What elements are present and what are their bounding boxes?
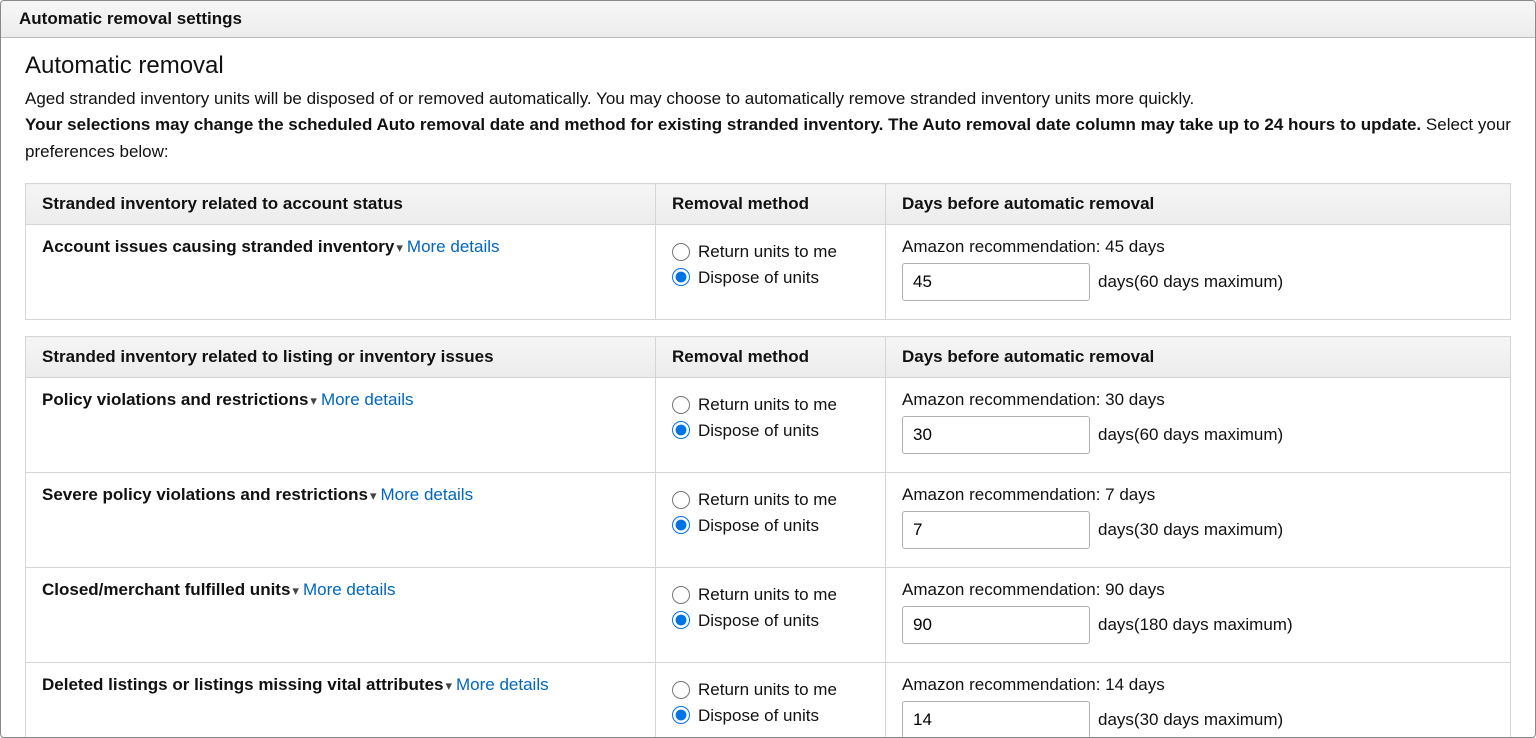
days-suffix: days(30 days maximum)	[1098, 520, 1283, 540]
dispose-radio[interactable]	[672, 268, 690, 286]
radio-label: Dispose of units	[698, 418, 819, 444]
panel-header: Automatic removal settings	[1, 1, 1535, 38]
radio-label: Return units to me	[698, 487, 837, 513]
return-radio-row[interactable]: Return units to me	[672, 487, 869, 513]
dispose-radio[interactable]	[672, 706, 690, 724]
removal-method-cell: Return units to meDispose of units	[656, 378, 886, 473]
panel-body: Automatic removal Aged stranded inventor…	[1, 38, 1535, 738]
table-row: Account issues causing stranded inventor…	[26, 225, 1511, 320]
dispose-radio[interactable]	[672, 611, 690, 629]
table-row: Closed/merchant fulfilled units▾More det…	[26, 568, 1511, 663]
row-title: Account issues causing stranded inventor…	[42, 237, 394, 256]
days-suffix: days(60 days maximum)	[1098, 425, 1283, 445]
radio-label: Return units to me	[698, 392, 837, 418]
row-title-cell: Closed/merchant fulfilled units▾More det…	[26, 568, 656, 663]
chevron-down-icon[interactable]: ▾	[396, 240, 403, 256]
chevron-down-icon[interactable]: ▾	[370, 488, 377, 504]
row-title: Closed/merchant fulfilled units	[42, 580, 290, 599]
listing-issues-table: Stranded inventory related to listing or…	[25, 336, 1511, 738]
return-radio-row[interactable]: Return units to me	[672, 239, 869, 265]
recommendation-text: Amazon recommendation: 14 days	[902, 675, 1494, 695]
dispose-radio[interactable]	[672, 421, 690, 439]
intro-text: Aged stranded inventory units will be di…	[25, 86, 1511, 165]
row-title-cell: Account issues causing stranded inventor…	[26, 225, 656, 320]
days-input[interactable]	[902, 263, 1090, 301]
column-header: Days before automatic removal	[886, 184, 1511, 225]
chevron-down-icon[interactable]: ▾	[310, 393, 317, 409]
days-cell: Amazon recommendation: 14 days days(30 da…	[886, 663, 1511, 738]
column-header: Removal method	[656, 184, 886, 225]
column-header: Stranded inventory related to account st…	[26, 184, 656, 225]
radio-label: Return units to me	[698, 239, 837, 265]
dispose-radio-row[interactable]: Dispose of units	[672, 513, 869, 539]
return-radio-row[interactable]: Return units to me	[672, 582, 869, 608]
more-details-link[interactable]: More details	[407, 237, 500, 256]
days-suffix: days(60 days maximum)	[1098, 272, 1283, 292]
return-radio[interactable]	[672, 586, 690, 604]
radio-label: Return units to me	[698, 677, 837, 703]
radio-label: Dispose of units	[698, 703, 819, 729]
dispose-radio-row[interactable]: Dispose of units	[672, 703, 869, 729]
radio-label: Dispose of units	[698, 513, 819, 539]
days-cell: Amazon recommendation: 30 days days(60 da…	[886, 378, 1511, 473]
days-input[interactable]	[902, 701, 1090, 738]
section-title: Automatic removal	[25, 52, 1511, 80]
days-cell: Amazon recommendation: 7 days days(30 day…	[886, 473, 1511, 568]
days-input[interactable]	[902, 511, 1090, 549]
return-radio[interactable]	[672, 491, 690, 509]
table-row: Policy violations and restrictions▾More …	[26, 378, 1511, 473]
recommendation-text: Amazon recommendation: 7 days	[902, 485, 1494, 505]
radio-label: Dispose of units	[698, 265, 819, 291]
settings-panel: Automatic removal settings Automatic rem…	[0, 0, 1536, 738]
account-status-table: Stranded inventory related to account st…	[25, 183, 1511, 320]
days-cell: Amazon recommendation: 45 days days(60 da…	[886, 225, 1511, 320]
days-cell: Amazon recommendation: 90 days days(180 d…	[886, 568, 1511, 663]
more-details-link[interactable]: More details	[303, 580, 396, 599]
removal-method-cell: Return units to meDispose of units	[656, 568, 886, 663]
row-title: Policy violations and restrictions	[42, 390, 308, 409]
return-radio-row[interactable]: Return units to me	[672, 392, 869, 418]
row-title: Severe policy violations and restriction…	[42, 485, 368, 504]
column-header: Stranded inventory related to listing or…	[26, 337, 656, 378]
row-title-cell: Deleted listings or listings missing vit…	[26, 663, 656, 738]
chevron-down-icon[interactable]: ▾	[292, 583, 299, 599]
removal-method-cell: Return units to meDispose of units	[656, 225, 886, 320]
return-radio[interactable]	[672, 243, 690, 261]
days-input[interactable]	[902, 606, 1090, 644]
column-header: Removal method	[656, 337, 886, 378]
days-input[interactable]	[902, 416, 1090, 454]
removal-method-cell: Return units to meDispose of units	[656, 663, 886, 738]
dispose-radio-row[interactable]: Dispose of units	[672, 265, 869, 291]
return-radio[interactable]	[672, 681, 690, 699]
row-title-cell: Severe policy violations and restriction…	[26, 473, 656, 568]
table-row: Severe policy violations and restriction…	[26, 473, 1511, 568]
more-details-link[interactable]: More details	[380, 485, 473, 504]
removal-method-cell: Return units to meDispose of units	[656, 473, 886, 568]
intro-line1: Aged stranded inventory units will be di…	[25, 89, 1194, 108]
row-title: Deleted listings or listings missing vit…	[42, 675, 443, 694]
recommendation-text: Amazon recommendation: 30 days	[902, 390, 1494, 410]
row-title-cell: Policy violations and restrictions▾More …	[26, 378, 656, 473]
dispose-radio[interactable]	[672, 516, 690, 534]
radio-label: Dispose of units	[698, 608, 819, 634]
return-radio[interactable]	[672, 396, 690, 414]
recommendation-text: Amazon recommendation: 90 days	[902, 580, 1494, 600]
intro-bold: Your selections may change the scheduled…	[25, 115, 1421, 134]
chevron-down-icon[interactable]: ▾	[445, 678, 452, 694]
dispose-radio-row[interactable]: Dispose of units	[672, 418, 869, 444]
days-suffix: days(180 days maximum)	[1098, 615, 1293, 635]
table-row: Deleted listings or listings missing vit…	[26, 663, 1511, 738]
recommendation-text: Amazon recommendation: 45 days	[902, 237, 1494, 257]
days-suffix: days(30 days maximum)	[1098, 710, 1283, 730]
more-details-link[interactable]: More details	[456, 675, 549, 694]
dispose-radio-row[interactable]: Dispose of units	[672, 608, 869, 634]
column-header: Days before automatic removal	[886, 337, 1511, 378]
radio-label: Return units to me	[698, 582, 837, 608]
more-details-link[interactable]: More details	[321, 390, 414, 409]
return-radio-row[interactable]: Return units to me	[672, 677, 869, 703]
